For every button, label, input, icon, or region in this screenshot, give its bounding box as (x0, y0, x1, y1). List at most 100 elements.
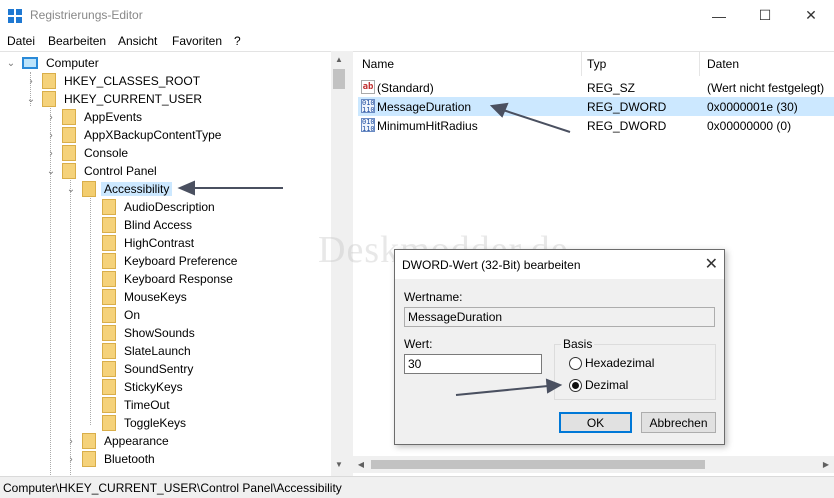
folder-icon (102, 199, 116, 215)
menu-favoriten[interactable]: Favoriten (172, 34, 222, 48)
menu-ansicht[interactable]: Ansicht (118, 34, 157, 48)
tree-item-computer[interactable]: ⌄ Computer (6, 54, 102, 72)
tree-item-keyboard-response[interactable]: Keyboard Response (102, 270, 236, 288)
radio-icon[interactable] (569, 356, 582, 370)
column-header-name[interactable]: Name (362, 57, 394, 71)
folder-icon (102, 379, 116, 395)
tree-item-control-panel[interactable]: ⌄ Control Panel (46, 162, 160, 180)
regedit-icon (8, 9, 22, 23)
tree-item-slatelaunch[interactable]: SlateLaunch (102, 342, 194, 360)
tree-item-console[interactable]: › Console (46, 144, 131, 162)
chevron-right-icon[interactable]: › (46, 148, 56, 159)
chevron-down-icon[interactable]: ⌄ (46, 166, 56, 177)
folder-icon (62, 163, 76, 179)
tree-item-hkcu[interactable]: ⌄ HKEY_CURRENT_USER (26, 90, 205, 108)
tree-item-highcontrast[interactable]: HighContrast (102, 234, 197, 252)
value-name-label: Wertname: (404, 290, 463, 304)
folder-icon (42, 73, 56, 89)
folder-icon (102, 361, 116, 377)
list-row-minimumhitradius[interactable]: 010 110 MinimumHitRadius REG_DWORD 0x0000… (358, 116, 834, 135)
list-row-messageduration[interactable]: 010 110 MessageDuration REG_DWORD 0x00000… (358, 97, 834, 116)
menu-help[interactable]: ? (234, 34, 241, 48)
tree-item-blind-access[interactable]: Blind Access (102, 216, 195, 234)
tree-item-timeout[interactable]: TimeOut (102, 396, 173, 414)
scroll-left-arrow-icon[interactable]: ◀ (353, 456, 369, 473)
chevron-down-icon[interactable]: ⌄ (26, 94, 36, 105)
column-header-type[interactable]: Typ (587, 57, 606, 71)
title-bar: Registrierungs-Editor — ☐ ✕ (0, 0, 834, 31)
chevron-right-icon[interactable]: › (46, 130, 56, 141)
window-title: Registrierungs-Editor (30, 8, 143, 22)
close-icon[interactable]: ✕ (705, 254, 718, 274)
tree-item-on[interactable]: On (102, 306, 143, 324)
tree-item-bluetooth[interactable]: › Bluetooth (66, 450, 158, 468)
tree-item-togglekeys[interactable]: ToggleKeys (102, 414, 189, 432)
tree-item-soundsentry[interactable]: SoundSentry (102, 360, 196, 378)
menu-bearbeiten[interactable]: Bearbeiten (48, 34, 106, 48)
chevron-right-icon[interactable]: › (26, 76, 36, 87)
tree-item-audiodescription[interactable]: AudioDescription (102, 198, 218, 216)
chevron-right-icon[interactable]: › (66, 436, 76, 447)
folder-icon (62, 145, 76, 161)
close-button[interactable]: ✕ (788, 0, 834, 31)
folder-icon (82, 451, 96, 467)
status-bar: Computer\HKEY_CURRENT_USER\Control Panel… (0, 476, 834, 498)
folder-icon (102, 397, 116, 413)
column-header-data[interactable]: Daten (707, 57, 739, 71)
tree-item-appearance[interactable]: › Appearance (66, 432, 172, 450)
folder-icon (62, 109, 76, 125)
chevron-right-icon[interactable]: › (66, 454, 76, 465)
folder-icon (102, 217, 116, 233)
value-data-label: Wert: (404, 337, 433, 351)
scroll-down-arrow-icon[interactable]: ▼ (331, 456, 347, 472)
chevron-down-icon[interactable]: ⌄ (6, 58, 16, 69)
folder-icon (62, 127, 76, 143)
folder-icon (102, 343, 116, 359)
minimize-button[interactable]: — (696, 0, 742, 31)
scrollbar-thumb[interactable] (371, 460, 705, 469)
column-divider[interactable] (699, 52, 700, 76)
tree-item-appxbackupcontenttype[interactable]: › AppXBackupContentType (46, 126, 224, 144)
tree-item-accessibility[interactable]: ⌄ Accessibility (66, 180, 173, 198)
folder-icon (82, 433, 96, 449)
tree-item-hkcr[interactable]: › HKEY_CLASSES_ROOT (26, 72, 203, 90)
tree-item-stickykeys[interactable]: StickyKeys (102, 378, 186, 396)
tree-item-showsounds[interactable]: ShowSounds (102, 324, 198, 342)
computer-icon (22, 57, 38, 69)
value-name-field[interactable] (404, 307, 715, 327)
scroll-up-arrow-icon[interactable]: ▲ (331, 51, 347, 67)
dialog-title: DWORD-Wert (32-Bit) bearbeiten (402, 258, 581, 272)
list-horizontal-scrollbar[interactable]: ◀ ▶ (353, 456, 834, 473)
tree-item-mousekeys[interactable]: MouseKeys (102, 288, 190, 306)
folder-icon (102, 415, 116, 431)
folder-icon (102, 235, 116, 251)
value-data-field[interactable] (404, 354, 542, 374)
folder-icon (102, 253, 116, 269)
ok-button[interactable]: OK (559, 412, 632, 433)
list-row-standard[interactable]: ab (Standard) REG_SZ (Wert nicht festgel… (358, 78, 834, 97)
folder-icon (102, 289, 116, 305)
scrollbar-thumb[interactable] (333, 69, 345, 89)
cancel-button[interactable]: Abbrechen (641, 412, 716, 433)
radio-decimal[interactable]: Dezimal (569, 377, 628, 393)
base-groupbox: Basis Hexadezimal Dezimal (554, 337, 716, 400)
folder-open-icon (82, 181, 96, 197)
string-value-icon: ab (361, 80, 375, 94)
chevron-down-icon[interactable]: ⌄ (66, 184, 76, 195)
dialog-title-bar: DWORD-Wert (32-Bit) bearbeiten ✕ (395, 250, 724, 279)
edit-dword-dialog: DWORD-Wert (32-Bit) bearbeiten ✕ Wertnam… (394, 249, 725, 445)
tree-item-keyboard-preference[interactable]: Keyboard Preference (102, 252, 240, 270)
column-divider[interactable] (581, 52, 582, 76)
scroll-right-arrow-icon[interactable]: ▶ (818, 456, 834, 473)
chevron-right-icon[interactable]: › (46, 112, 56, 123)
menu-bar: Datei Bearbeiten Ansicht Favoriten ? (0, 31, 834, 51)
folder-icon (102, 325, 116, 341)
folder-icon (42, 91, 56, 107)
radio-hexadecimal[interactable]: Hexadezimal (569, 355, 654, 371)
maximize-button[interactable]: ☐ (742, 0, 788, 31)
base-group-title: Basis (561, 337, 595, 351)
tree-item-appevents[interactable]: › AppEvents (46, 108, 145, 126)
radio-checked-icon[interactable] (569, 378, 582, 392)
folder-icon (102, 307, 116, 323)
menu-datei[interactable]: Datei (7, 34, 35, 48)
